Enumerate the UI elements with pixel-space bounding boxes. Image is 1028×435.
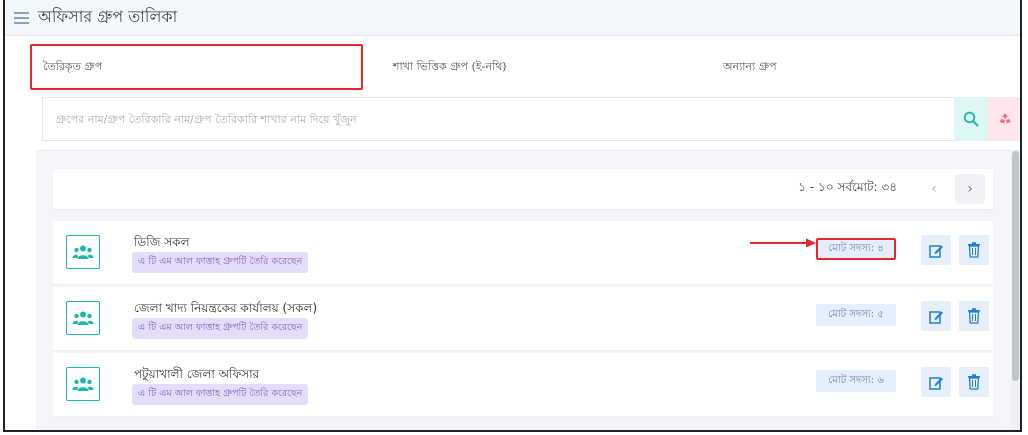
recycle-icon bbox=[999, 113, 1011, 124]
page-header: অফিসার গ্রুপ তালিকা bbox=[5, 0, 1020, 36]
tab-created-groups[interactable]: তৈরিকৃত গ্রুপ bbox=[30, 44, 363, 90]
tab-other-groups[interactable]: অন্যান্য গ্রুপ bbox=[723, 44, 777, 90]
group-name: পটুয়াখালী জেলা অফিসার bbox=[134, 367, 260, 381]
group-tabs: তৈরিকৃত গ্রুপ শাখা ভিত্তিক গ্রুপ (ই-নথি)… bbox=[5, 44, 1020, 90]
group-row[interactable]: জেলা খাদ্য নিয়ন্ত্রকের কার্যালয় (সকল) … bbox=[53, 287, 993, 351]
group-name: ডিজি সকল bbox=[134, 235, 190, 249]
page-title: অফিসার গ্রুপ তালিকা bbox=[38, 7, 178, 26]
group-row[interactable]: ডিজি সকল এ টি এম আল ফাত্তাহ গ্রুপটি তৈরি… bbox=[53, 221, 993, 285]
pagination-range: ১ - ১০ সর্বমোট: ৩৪ bbox=[798, 180, 897, 194]
group-avatar bbox=[66, 235, 100, 269]
scroll-thumb[interactable] bbox=[1012, 151, 1019, 381]
edit-icon bbox=[928, 310, 943, 324]
edit-icon bbox=[928, 376, 943, 390]
app-frame: অফিসার গ্রুপ তালিকা তৈরিকৃত গ্রুপ শাখা ভ… bbox=[3, 0, 1022, 432]
edit-button[interactable] bbox=[921, 235, 951, 265]
group-avatar bbox=[66, 301, 100, 335]
annotation-arrow bbox=[750, 238, 816, 248]
member-count-badge: মোট সদস্য: ৬ bbox=[816, 370, 896, 392]
prev-page-button[interactable]: ‹ bbox=[919, 174, 949, 204]
reset-button[interactable] bbox=[988, 97, 1020, 141]
search-input[interactable] bbox=[42, 97, 954, 141]
pagination-bar: ১ - ১০ সর্বমোট: ৩৪ ‹ › bbox=[53, 169, 993, 209]
creator-badge: এ টি এম আল ফাত্তাহ গ্রুপটি তৈরি করেছেন bbox=[132, 252, 309, 273]
search-bar bbox=[42, 97, 1020, 141]
group-avatar bbox=[66, 367, 100, 401]
users-icon bbox=[72, 311, 94, 325]
group-row[interactable]: পটুয়াখালী জেলা অফিসার এ টি এম আল ফাত্তা… bbox=[53, 353, 993, 417]
delete-button[interactable] bbox=[959, 367, 989, 397]
member-count-badge: মোট সদস্য: ৫ bbox=[816, 304, 896, 326]
group-name: জেলা খাদ্য নিয়ন্ত্রকের কার্যালয় (সকল) bbox=[134, 301, 318, 315]
users-icon bbox=[72, 377, 94, 391]
tab-branch-groups[interactable]: শাখা ভিত্তিক গ্রুপ (ই-নথি) bbox=[393, 44, 507, 90]
trash-icon bbox=[968, 374, 980, 390]
scrollbar[interactable] bbox=[1011, 151, 1020, 430]
trash-icon bbox=[968, 308, 980, 324]
creator-badge: এ টি এম আল ফাত্তাহ গ্রুপটি তৈরি করেছেন bbox=[132, 384, 309, 405]
search-button[interactable] bbox=[954, 97, 988, 141]
edit-icon bbox=[928, 244, 943, 258]
list-icon bbox=[14, 11, 29, 24]
users-icon bbox=[72, 245, 94, 259]
delete-button[interactable] bbox=[959, 235, 989, 265]
edit-button[interactable] bbox=[921, 301, 951, 331]
member-count-badge: মোট সদস্য: ৪ bbox=[816, 238, 896, 260]
next-page-button[interactable]: › bbox=[955, 174, 985, 204]
group-list-panel: ১ - ১০ সর্বমোট: ৩৪ ‹ › ডিজি সকল এ টি এম … bbox=[36, 150, 1020, 430]
edit-button[interactable] bbox=[921, 367, 951, 397]
search-icon bbox=[963, 111, 979, 127]
delete-button[interactable] bbox=[959, 301, 989, 331]
trash-icon bbox=[968, 242, 980, 258]
creator-badge: এ টি এম আল ফাত্তাহ গ্রুপটি তৈরি করেছেন bbox=[132, 318, 309, 339]
